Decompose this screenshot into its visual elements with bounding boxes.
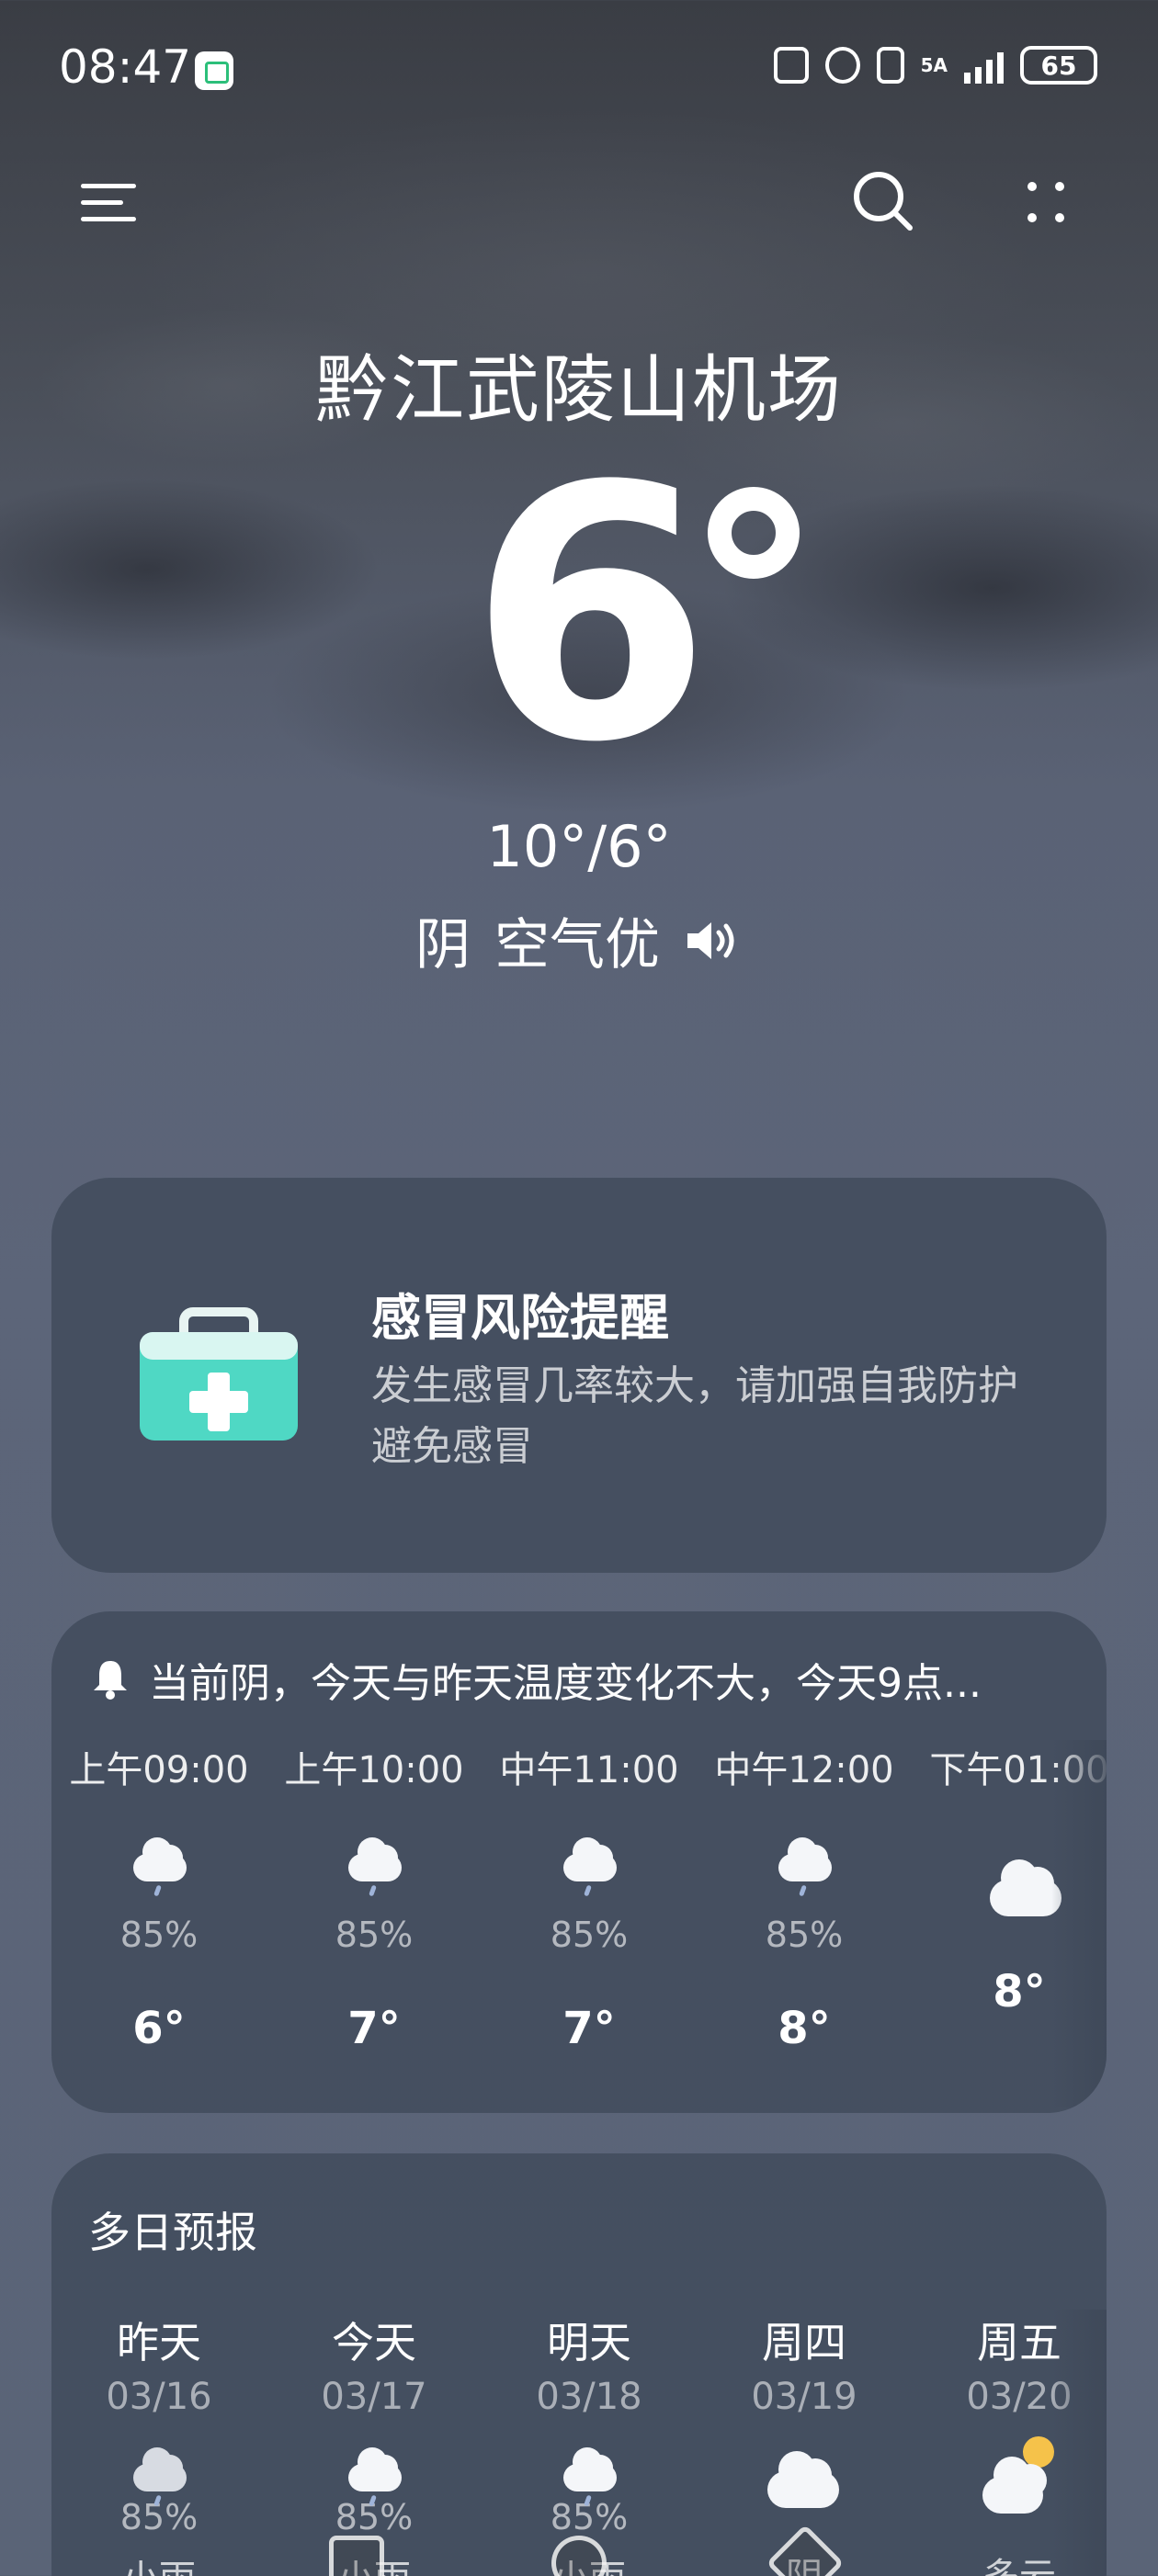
- light-rain-icon: [337, 2446, 411, 2507]
- menu-button[interactable]: [74, 165, 147, 239]
- more-dot-icon: [1027, 182, 1037, 191]
- temperature-range: 10°/6°: [486, 813, 672, 880]
- hourly-item[interactable]: 中午12:00 85% 8°: [697, 1740, 912, 2054]
- partly-cloudy-icon: [982, 2436, 1056, 2514]
- condition-row: 阴 空气优: [0, 900, 1158, 980]
- hourly-item[interactable]: 上午10:00 85% 7°: [267, 1740, 482, 2054]
- day-date: 03/18: [536, 2376, 642, 2418]
- day-date: 03/19: [751, 2376, 857, 2418]
- cold-risk-card[interactable]: 感冒风险提醒 发生感冒几率较大，请加强自我防护避免感冒: [51, 1178, 1107, 1573]
- cloudy-icon: [767, 2446, 841, 2508]
- hour-temp: 7°: [562, 2003, 616, 2054]
- recents-nav-button[interactable]: [329, 2536, 384, 2576]
- network-label: 5A: [920, 54, 948, 76]
- hourly-forecast-card[interactable]: 当前阴，今天与昨天温度变化不大，今天9点... 上午09:00 85% 6° 上…: [51, 1611, 1107, 2113]
- light-rain-icon: [122, 2446, 196, 2507]
- hour-precip: 85%: [119, 1915, 199, 1955]
- light-rain-icon: [552, 2446, 626, 2507]
- light-rain-icon: [560, 1837, 619, 1905]
- cloudy-icon: [990, 1859, 1062, 1922]
- battery-icon: 65: [1020, 46, 1097, 85]
- hour-precip: 85%: [765, 1915, 844, 1955]
- daily-title: 多日预报: [88, 2208, 257, 2257]
- home-app-icon: [195, 51, 233, 90]
- scroll-fade: [1051, 2310, 1107, 2576]
- status-time: 08:47: [59, 40, 192, 94]
- weather-summary: 当前阴，今天与昨天温度变化不大，今天9点...: [149, 1660, 982, 1707]
- day-date: 03/17: [321, 2376, 427, 2418]
- hour-time: 中午11:00: [499, 1749, 679, 1791]
- more-dot-icon: [1055, 213, 1064, 222]
- hourly-list[interactable]: 上午09:00 85% 6° 上午10:00 85% 7° 中午11:00 85…: [51, 1740, 1107, 2107]
- medkit-icon: [140, 1307, 298, 1441]
- air-quality-text[interactable]: 空气优: [494, 900, 660, 980]
- daily-item[interactable]: 昨天 03/16 85% 小雨: [51, 2310, 267, 2576]
- scroll-fade: [1051, 1740, 1107, 2107]
- light-rain-icon: [345, 1837, 403, 1905]
- day-date: 03/16: [106, 2376, 212, 2418]
- more-dot-icon: [1055, 182, 1064, 191]
- bell-icon: [94, 1661, 127, 1700]
- status-bar: 08:47 5A 65: [0, 0, 1158, 138]
- status-icons: 5A 65: [773, 46, 1097, 85]
- hour-time: 上午10:00: [284, 1749, 464, 1791]
- hour-temp: 6°: [132, 2003, 186, 2054]
- day-name: 明天: [547, 2318, 631, 2367]
- hourly-item[interactable]: 中午11:00 85% 7°: [482, 1740, 697, 2054]
- search-icon: [854, 172, 913, 231]
- signal-icon: [964, 47, 1004, 84]
- hour-precip: 85%: [335, 1915, 414, 1955]
- condition-text: 阴: [415, 913, 471, 977]
- hour-time: 上午09:00: [69, 1749, 249, 1791]
- more-dot-icon: [1027, 213, 1037, 222]
- light-rain-icon: [775, 1837, 834, 1905]
- hour-temp: 8°: [778, 2003, 831, 2054]
- alert-text: 发生感冒几率较大，请加强自我防护避免感冒: [371, 1362, 1018, 1470]
- speaker-icon[interactable]: [684, 918, 743, 964]
- daily-item[interactable]: 明天 03/18 85% 小雨: [482, 2310, 697, 2576]
- degree-symbol: [708, 487, 800, 579]
- day-name: 周四: [762, 2318, 846, 2367]
- nfc-icon: [773, 47, 809, 84]
- more-button[interactable]: [1009, 165, 1083, 239]
- day-name: 昨天: [117, 2318, 201, 2367]
- alert-title: 感冒风险提醒: [371, 1289, 669, 1347]
- day-name: 今天: [332, 2318, 416, 2367]
- day-condition: 小雨: [51, 2548, 267, 2576]
- light-rain-icon: [130, 1837, 188, 1905]
- vibrate-icon: [876, 47, 904, 84]
- alarm-icon: [824, 47, 860, 84]
- hour-precip: 85%: [550, 1915, 629, 1955]
- search-button[interactable]: [847, 165, 921, 239]
- hourly-item[interactable]: 上午09:00 85% 6°: [51, 1740, 267, 2054]
- daily-forecast-card[interactable]: 多日预报 昨天 03/16 85% 小雨 今天 03/17 85% 小雨 明天 …: [51, 2153, 1107, 2576]
- hour-temp: 7°: [347, 2003, 401, 2054]
- current-temperature: 6: [469, 412, 712, 819]
- hour-time: 中午12:00: [714, 1749, 894, 1791]
